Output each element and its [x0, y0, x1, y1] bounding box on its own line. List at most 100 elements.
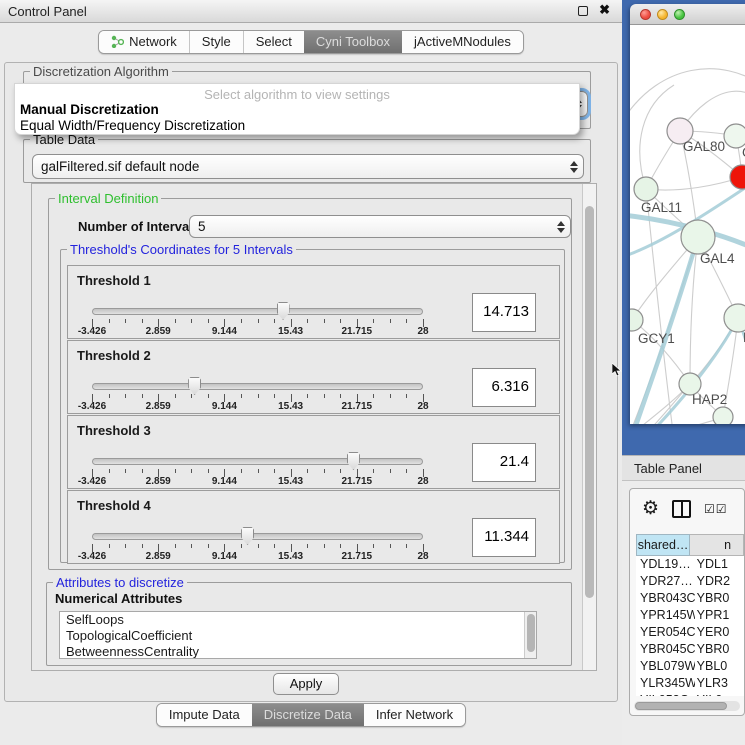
- threshold-value-field[interactable]: 14.713: [472, 293, 536, 332]
- numerical-attributes-list: SelfLoopsTopologicalCoefficientBetweenne…: [59, 611, 537, 659]
- network-node[interactable]: [713, 407, 733, 424]
- table-header-row: shared… n: [636, 534, 744, 556]
- spinner-stepper-icon: [552, 221, 570, 233]
- table-row[interactable]: YPR145WYPR1: [636, 607, 744, 624]
- slider-tick-labels: -3.4262.8599.14415.4321.71528: [92, 551, 423, 563]
- slider-tick-labels: -3.4262.8599.14415.4321.71528: [92, 476, 423, 488]
- network-canvas[interactable]: GAL80GAGAL11GAL4GCY1HHAP2: [630, 25, 745, 424]
- threshold-panel: Threshold 2 -3.4262.8599.14415.4321.7152…: [67, 340, 560, 414]
- float-icon[interactable]: [578, 6, 588, 16]
- table-data-value: galFiltered.sif default node: [33, 159, 565, 174]
- table-row[interactable]: YER054CYER0: [636, 624, 744, 641]
- top-tabstrip: NetworkStyleSelectCyni ToolboxjActiveMNo…: [0, 30, 622, 54]
- threshold-panel: Threshold 4 -3.4262.8599.14415.4321.7152…: [67, 490, 560, 564]
- table-row[interactable]: YBL079WYBL0: [636, 658, 744, 675]
- threshold-label: Threshold 2: [77, 348, 151, 363]
- table-data-combobox[interactable]: galFiltered.sif default node: [32, 154, 584, 179]
- bottom-tab-discretize-data[interactable]: Discretize Data: [252, 704, 364, 726]
- threshold-panel: Threshold 1 -3.4262.8599.14415.4321.7152…: [67, 265, 560, 339]
- table-hscrollbar-thumb[interactable]: [635, 702, 727, 710]
- gear-icon[interactable]: ⚙: [642, 497, 659, 520]
- threshold-slider-thumb[interactable]: [347, 452, 360, 470]
- table-panel-body: ⚙ ☑☑ shared… n YDL19…YDL1YDR27…YDR2YBR04…: [622, 481, 745, 745]
- algorithm-dropdown-popup: Select algorithm to view settings Manual…: [14, 83, 580, 135]
- threshold-slider-track[interactable]: [92, 383, 423, 390]
- column-header-shared[interactable]: shared…: [636, 534, 690, 556]
- table-row[interactable]: YDL19…YDL1: [636, 556, 744, 573]
- num-intervals-value: 5: [190, 219, 552, 234]
- attributes-group: Attributes to discretize Numerical Attri…: [46, 582, 572, 666]
- dropdown-option-equal-width[interactable]: Equal Width/Frequency Discretization: [20, 118, 245, 133]
- tab-cyni-toolbox[interactable]: Cyni Toolbox: [304, 31, 402, 53]
- close-icon[interactable]: ✖: [599, 2, 610, 18]
- threshold-slider-thumb[interactable]: [188, 377, 201, 395]
- close-traffic-light-icon[interactable]: [640, 9, 651, 20]
- num-intervals-spinner[interactable]: 5: [189, 215, 571, 238]
- column-layout-icon[interactable]: [672, 500, 691, 518]
- attribute-item[interactable]: TopologicalCoefficient: [60, 628, 536, 644]
- zoom-traffic-light-icon[interactable]: [674, 9, 685, 20]
- algorithm-group-title: Discretization Algorithm: [30, 64, 172, 79]
- network-node-label: GAL11: [641, 200, 682, 215]
- threshold-slider-thumb[interactable]: [241, 527, 254, 545]
- checkbox-icons[interactable]: ☑☑: [704, 502, 728, 516]
- mouse-cursor: [612, 363, 622, 380]
- threshold-label: Threshold 1: [77, 273, 151, 288]
- tab-style[interactable]: Style: [189, 31, 243, 53]
- threshold-slider-track[interactable]: [92, 308, 423, 315]
- interval-group-title: Interval Definition: [55, 191, 161, 206]
- bottom-tab-infer-network[interactable]: Infer Network: [364, 704, 465, 726]
- thresholds-group-title: Threshold's Coordinates for 5 Intervals: [67, 242, 296, 257]
- network-node-label: GAL4: [700, 251, 735, 266]
- table-row[interactable]: YBR043CYBR0: [636, 590, 744, 607]
- desktop-background: GAL80GAGAL11GAL4GCY1HHAP2 Table Panel ⚙ …: [622, 0, 745, 745]
- network-view-window: GAL80GAGAL11GAL4GCY1HHAP2: [630, 4, 745, 424]
- slider-tick-labels: -3.4262.8599.14415.4321.71528: [92, 326, 423, 338]
- settings-scrollbar[interactable]: [582, 184, 596, 670]
- network-node[interactable]: [634, 177, 658, 201]
- threshold-value-field[interactable]: 21.4: [472, 443, 536, 482]
- table-panel-header: Table Panel: [622, 455, 745, 481]
- network-node[interactable]: [681, 220, 715, 254]
- table-data-group: Table Data galFiltered.sif default node: [23, 139, 591, 183]
- attribute-item[interactable]: BetweennessCentrality: [60, 644, 536, 659]
- node-table: shared… n YDL19…YDL1YDR27…YDR2YBR043CYBR…: [636, 534, 744, 696]
- table-hscrollbar[interactable]: [634, 701, 740, 711]
- threshold-value-field[interactable]: 11.344: [472, 518, 536, 557]
- minimize-traffic-light-icon[interactable]: [657, 9, 668, 20]
- dropdown-option-manual[interactable]: Manual Discretization: [20, 102, 159, 117]
- network-node[interactable]: [724, 304, 745, 332]
- control-panel-titlebar: Control Panel ✖: [0, 0, 622, 23]
- attribute-item[interactable]: SelfLoops: [60, 612, 536, 628]
- threshold-slider-track[interactable]: [92, 458, 423, 465]
- threshold-panel: Threshold 3 -3.4262.8599.14415.4321.7152…: [67, 415, 560, 489]
- list-scrollbar[interactable]: [524, 612, 536, 658]
- column-header-name[interactable]: n: [690, 534, 744, 556]
- table-row[interactable]: YBR045CYBR0: [636, 641, 744, 658]
- tab-network[interactable]: Network: [99, 31, 189, 53]
- network-window-titlebar: [630, 4, 745, 25]
- threshold-label: Threshold 4: [77, 498, 151, 513]
- thresholds-group: Threshold's Coordinates for 5 Intervals …: [60, 249, 565, 563]
- threshold-label: Threshold 3: [77, 423, 151, 438]
- tab-select[interactable]: Select: [243, 31, 304, 53]
- threshold-value-field[interactable]: 6.316: [472, 368, 536, 407]
- table-panel-inner: ⚙ ☑☑ shared… n YDL19…YDL1YDR27…YDR2YBR04…: [629, 488, 745, 716]
- table-row[interactable]: YIL052CYIL0: [636, 692, 744, 696]
- numerical-attributes-label: Numerical Attributes: [55, 591, 182, 606]
- panel-title: Control Panel: [8, 4, 87, 19]
- tab-jactivemnodules[interactable]: jActiveMNodules: [402, 31, 523, 53]
- settings-scrollbar-thumb[interactable]: [585, 206, 594, 598]
- apply-button[interactable]: Apply: [273, 673, 339, 695]
- table-row[interactable]: YDR27…YDR2: [636, 573, 744, 590]
- settings-scrollpane: Interval Definition Number of Intervals …: [31, 183, 597, 671]
- network-icon: [111, 35, 124, 48]
- attributes-group-title: Attributes to discretize: [53, 575, 187, 590]
- table-toolbar: ⚙ ☑☑: [630, 489, 744, 529]
- bottom-tab-impute-data[interactable]: Impute Data: [157, 704, 252, 726]
- threshold-slider-track[interactable]: [92, 533, 423, 540]
- network-node-label: GAL80: [683, 139, 725, 154]
- interval-definition-group: Interval Definition Number of Intervals …: [48, 198, 572, 570]
- table-row[interactable]: YLR345WYLR3: [636, 675, 744, 692]
- threshold-slider-thumb[interactable]: [277, 302, 290, 320]
